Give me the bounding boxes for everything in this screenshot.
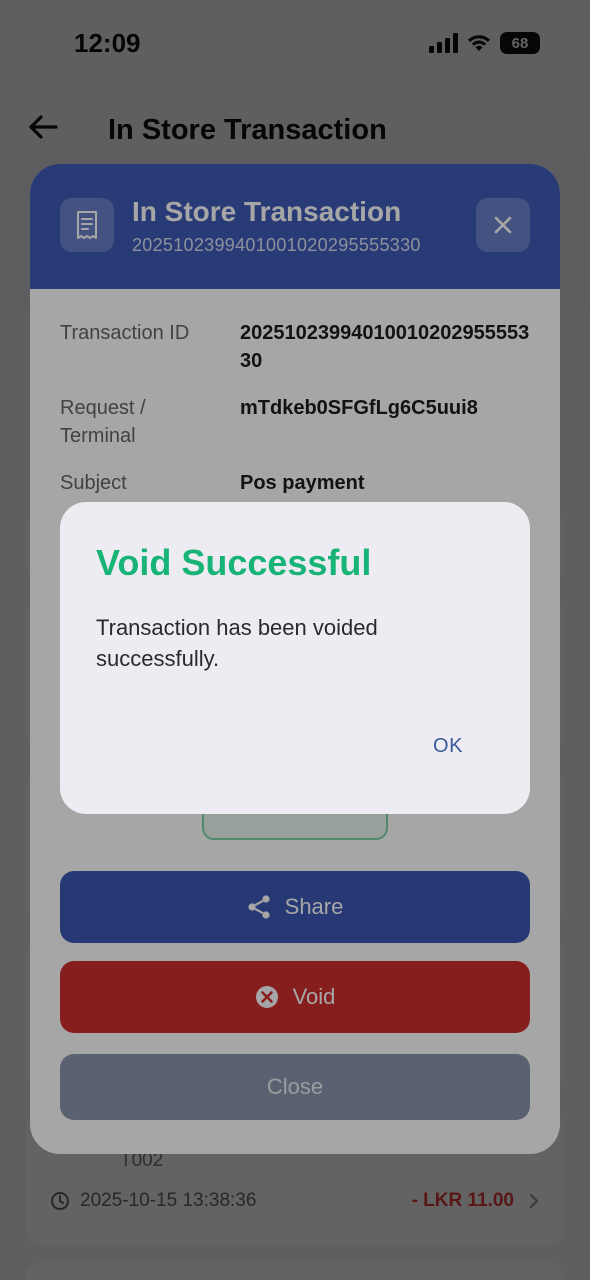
void-success-dialog: Void Successful Transaction has been voi… — [60, 502, 530, 814]
ok-button[interactable]: OK — [412, 724, 484, 768]
dialog-message: Transaction has been voided successfully… — [96, 615, 378, 671]
dialog-title: Void Successful — [96, 542, 372, 583]
